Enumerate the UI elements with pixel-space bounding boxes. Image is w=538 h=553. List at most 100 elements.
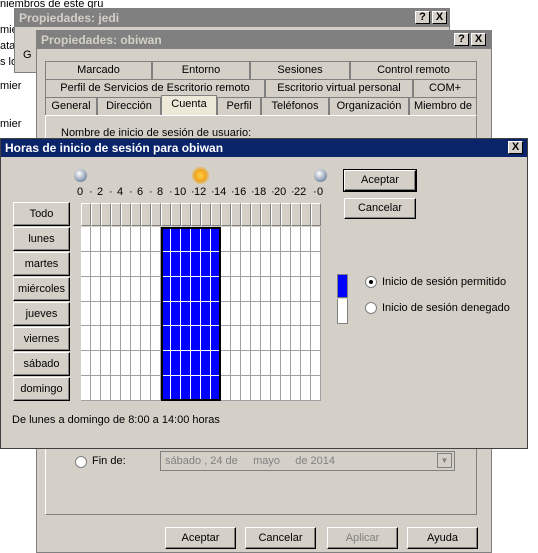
hour-cell[interactable] bbox=[151, 376, 161, 401]
hour-cell[interactable] bbox=[241, 301, 251, 327]
hour-cell[interactable] bbox=[281, 227, 291, 252]
hour-cell[interactable] bbox=[121, 251, 131, 277]
hour-cell[interactable] bbox=[111, 301, 121, 327]
hour-cell[interactable] bbox=[121, 301, 131, 327]
tab-entorno[interactable]: Entorno bbox=[152, 61, 250, 79]
hour-column-button[interactable] bbox=[221, 203, 231, 226]
hour-cell[interactable] bbox=[311, 251, 321, 277]
hour-cell[interactable] bbox=[241, 351, 251, 377]
hour-cell[interactable] bbox=[111, 376, 121, 401]
hour-cell[interactable] bbox=[131, 227, 141, 252]
hour-cell[interactable] bbox=[121, 376, 131, 401]
hour-cell[interactable] bbox=[131, 376, 141, 401]
hour-cell[interactable] bbox=[231, 227, 241, 252]
hour-cell[interactable] bbox=[291, 326, 301, 352]
hour-column-button[interactable] bbox=[191, 203, 201, 226]
day-button-domingo[interactable]: domingo bbox=[13, 377, 70, 401]
hour-cell[interactable] bbox=[131, 276, 141, 302]
hour-column-button[interactable] bbox=[161, 203, 171, 226]
hour-column-button[interactable] bbox=[301, 203, 311, 226]
hour-cell[interactable] bbox=[301, 301, 311, 327]
hour-cell[interactable] bbox=[271, 351, 281, 377]
allowed-radio-label[interactable]: Inicio de sesión permitido bbox=[382, 276, 506, 288]
tab-perfil-escritorio-remoto[interactable]: Perfil de Servicios de Escritorio remoto bbox=[45, 79, 265, 97]
tab-organizacion[interactable]: Organización bbox=[329, 97, 409, 115]
logon-hours-grid[interactable] bbox=[81, 227, 321, 401]
hour-column-button[interactable] bbox=[241, 203, 251, 226]
obiwan-apply-button[interactable]: Aplicar bbox=[327, 527, 398, 549]
hour-cell[interactable] bbox=[301, 376, 311, 401]
hour-cell[interactable] bbox=[91, 227, 101, 252]
hour-column-button[interactable] bbox=[311, 203, 321, 226]
tab-general[interactable]: General bbox=[45, 97, 97, 115]
hour-cell[interactable] bbox=[271, 326, 281, 352]
logon-hours-close-button[interactable]: X bbox=[508, 141, 523, 154]
hour-cell[interactable] bbox=[141, 276, 151, 302]
hour-cell[interactable] bbox=[221, 326, 231, 352]
hour-cell[interactable] bbox=[91, 326, 101, 352]
day-button-lunes[interactable]: lunes bbox=[13, 227, 70, 251]
hour-cell[interactable] bbox=[91, 276, 101, 302]
jedi-help-button[interactable]: ? bbox=[415, 11, 430, 24]
hour-cell[interactable] bbox=[281, 276, 291, 302]
hour-cell[interactable] bbox=[301, 351, 311, 377]
hour-cell[interactable] bbox=[251, 227, 261, 252]
hour-cell[interactable] bbox=[291, 301, 301, 327]
tab-marcado[interactable]: Marcado bbox=[45, 61, 152, 79]
hour-column-button[interactable] bbox=[171, 203, 181, 226]
hour-cell[interactable] bbox=[231, 276, 241, 302]
tab-control-remoto[interactable]: Control remoto bbox=[350, 61, 477, 79]
hour-column-button[interactable] bbox=[111, 203, 121, 226]
hour-cell[interactable] bbox=[221, 376, 231, 401]
hour-column-button[interactable] bbox=[201, 203, 211, 226]
hour-cell[interactable] bbox=[291, 227, 301, 252]
hour-cell[interactable] bbox=[101, 227, 111, 252]
hour-cell[interactable] bbox=[91, 376, 101, 401]
denied-radio-label[interactable]: Inicio de sesión denegado bbox=[382, 302, 510, 314]
hour-cell[interactable] bbox=[121, 227, 131, 252]
hour-cell[interactable] bbox=[301, 227, 311, 252]
hour-cell[interactable] bbox=[261, 326, 271, 352]
hour-cell[interactable] bbox=[221, 251, 231, 277]
hour-cell[interactable] bbox=[241, 251, 251, 277]
hour-cell[interactable] bbox=[91, 251, 101, 277]
hour-cell[interactable] bbox=[311, 376, 321, 401]
hour-cell[interactable] bbox=[231, 351, 241, 377]
day-button-sabado[interactable]: sábado bbox=[13, 352, 70, 376]
hour-cell[interactable] bbox=[271, 251, 281, 277]
allowed-radio[interactable] bbox=[365, 276, 377, 288]
hour-cell[interactable] bbox=[221, 351, 231, 377]
select-all-button[interactable]: Todo bbox=[13, 202, 70, 226]
hour-column-button[interactable] bbox=[91, 203, 101, 226]
hour-cell[interactable] bbox=[261, 276, 271, 302]
hour-cell[interactable] bbox=[111, 227, 121, 252]
hour-cell[interactable] bbox=[81, 376, 91, 401]
hour-column-button[interactable] bbox=[81, 203, 91, 226]
hour-cell[interactable] bbox=[221, 276, 231, 302]
chevron-down-icon[interactable]: ▼ bbox=[437, 453, 452, 468]
hour-cell[interactable] bbox=[121, 276, 131, 302]
hour-cell[interactable] bbox=[301, 326, 311, 352]
hour-cell[interactable] bbox=[311, 326, 321, 352]
hour-column-button[interactable] bbox=[141, 203, 151, 226]
hour-cell[interactable] bbox=[281, 301, 291, 327]
hour-cell[interactable] bbox=[111, 326, 121, 352]
hour-cell[interactable] bbox=[311, 351, 321, 377]
obiwan-cancel-button[interactable]: Cancelar bbox=[245, 527, 316, 549]
hour-cell[interactable] bbox=[251, 376, 261, 401]
obiwan-ok-button[interactable]: Aceptar bbox=[165, 527, 236, 549]
hour-cell[interactable] bbox=[301, 251, 311, 277]
hour-cell[interactable] bbox=[271, 301, 281, 327]
hour-cell[interactable] bbox=[291, 376, 301, 401]
hour-cell[interactable] bbox=[91, 351, 101, 377]
day-button-martes[interactable]: martes bbox=[13, 252, 70, 276]
hour-column-button[interactable] bbox=[131, 203, 141, 226]
day-button-miercoles[interactable]: miércoles bbox=[13, 277, 70, 301]
hour-cell[interactable] bbox=[131, 301, 141, 327]
hour-cell[interactable] bbox=[251, 276, 261, 302]
hour-cell[interactable] bbox=[81, 251, 91, 277]
tab-cuenta[interactable]: Cuenta bbox=[161, 95, 217, 115]
day-button-jueves[interactable]: jueves bbox=[13, 302, 70, 326]
hour-cell[interactable] bbox=[141, 227, 151, 252]
hour-cell[interactable] bbox=[221, 227, 231, 252]
